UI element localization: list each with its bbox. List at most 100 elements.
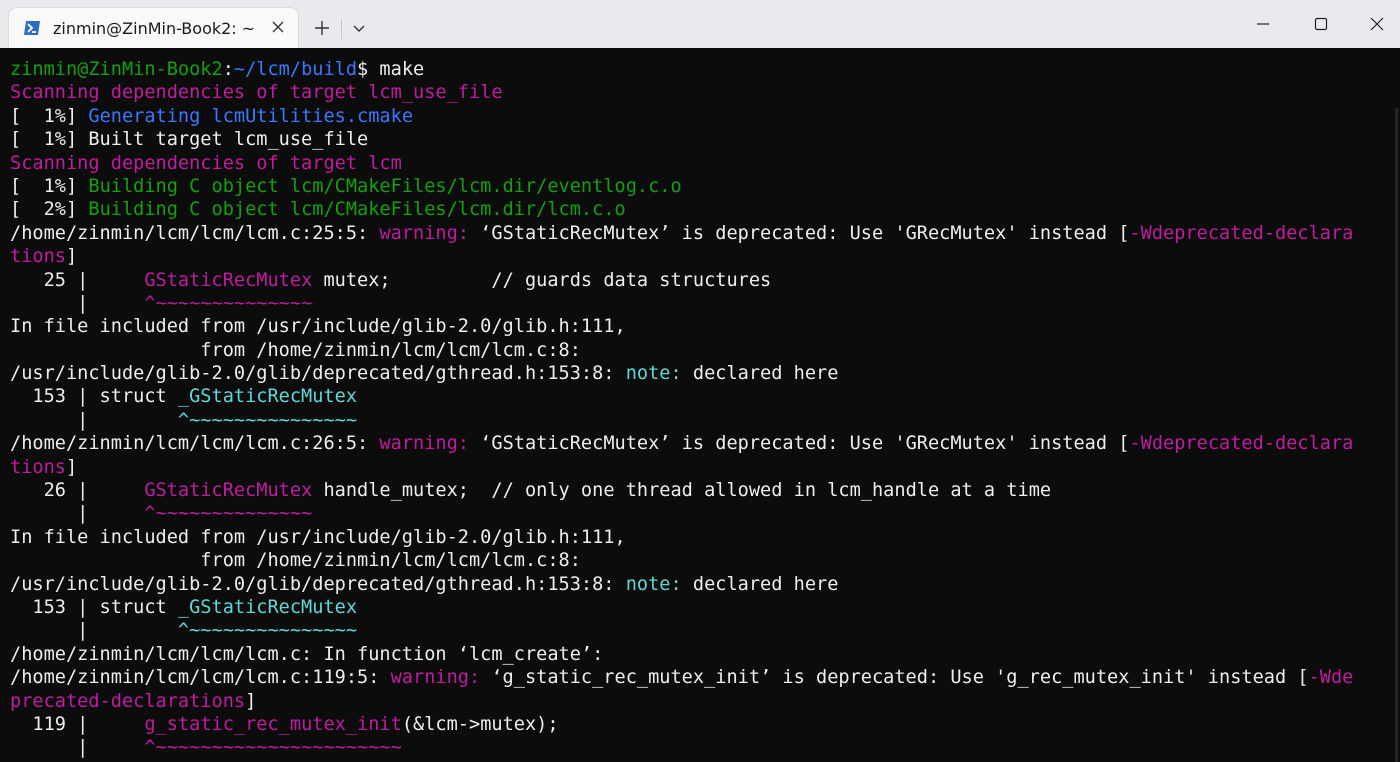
terminal-text-segment: /usr/include/glib-2.0/glib/deprecated/gt…	[10, 363, 626, 385]
terminal-text-segment: warning:	[379, 222, 469, 244]
terminal-text-segment: warning:	[379, 433, 469, 455]
terminal-text-segment: 153 | struct	[10, 386, 178, 408]
terminal-text-segment: |	[10, 409, 178, 431]
terminal-line: /home/zinmin/lcm/lcm/lcm.c: In function …	[10, 643, 1353, 666]
terminal-line: /home/zinmin/lcm/lcm/lcm.c:25:5: warning…	[10, 222, 1353, 245]
terminal-text-segment: -Wdeprecated-declara	[1129, 433, 1354, 455]
terminal-line: 119 | g_static_rec_mutex_init(&lcm->mute…	[10, 713, 1353, 736]
terminal-line: zinmin@ZinMin-Book2:~/lcm/build$ make	[10, 58, 1353, 81]
terminal-line: [ 1%] Building C object lcm/CMakeFiles/l…	[10, 175, 1353, 198]
terminal-text-segment: ^~~~~~~~~~~~~~~	[144, 292, 313, 314]
terminal-text-segment: ]	[65, 456, 78, 478]
chevron-down-icon[interactable]	[347, 14, 371, 42]
terminal-text-segment: 119 |	[10, 713, 145, 735]
terminal-text-segment: [ 1%] Built target lcm_use_file	[10, 129, 369, 151]
terminal-text-segment: /home/zinmin/lcm/lcm/lcm.c: In function …	[10, 643, 604, 665]
plus-icon[interactable]	[308, 14, 336, 42]
terminal-line: | ^~~~~~~~~~~~~~~	[10, 292, 1353, 315]
title-bar: zinmin@ZinMin-Book2: ~	[0, 0, 1400, 48]
terminal-text-segment: from /home/zinmin/lcm/lcm/lcm.c:8:	[10, 550, 581, 572]
terminal-text-segment: (&lcm->mutex);	[401, 713, 559, 735]
terminal-lines: zinmin@ZinMin-Book2:~/lcm/build$ make Sca…	[10, 58, 1353, 760]
terminal-text-segment: 25 |	[10, 269, 145, 291]
terminal-text-segment: [ 2%]	[10, 199, 89, 221]
terminal-text-segment: [ 1%]	[10, 105, 89, 127]
terminal-text-segment: |	[10, 620, 178, 642]
terminal-tab[interactable]: zinmin@ZinMin-Book2: ~	[9, 8, 298, 48]
terminal-line: 153 | struct _GStaticRecMutex	[10, 385, 1353, 408]
terminal-line: /usr/include/glib-2.0/glib/deprecated/gt…	[10, 573, 1353, 596]
terminal-text-segment: ^~~~~~~~~~~~~~~~	[177, 409, 358, 431]
terminal-line: tions]	[10, 245, 1353, 268]
terminal-text-segment: ~/lcm/build	[233, 59, 358, 80]
terminal-line: In file included from /usr/include/glib-…	[10, 315, 1353, 338]
terminal-line: Scanning dependencies of target lcm	[10, 152, 1353, 175]
minimize-icon[interactable]	[1240, 0, 1286, 48]
terminal-text-segment: handle_mutex; // only one thread allowed…	[312, 480, 1052, 502]
terminal-line: from /home/zinmin/lcm/lcm/lcm.c:8:	[10, 549, 1353, 572]
terminal-line: tions]	[10, 456, 1353, 479]
terminal-text-segment: g_static_rec_mutex_init	[144, 713, 402, 735]
terminal-text-segment: from /home/zinmin/lcm/lcm/lcm.c:8:	[10, 339, 581, 361]
terminal-line: [ 1%] Generating lcmUtilities.cmake	[10, 105, 1353, 128]
terminal-line: /home/zinmin/lcm/lcm/lcm.c:119:5: warnin…	[10, 666, 1353, 689]
terminal-line: 25 | GStaticRecMutex mutex; // guards da…	[10, 269, 1353, 292]
terminal-text-segment: zinmin@ZinMin-Book2	[10, 59, 223, 80]
terminal-line: | ^~~~~~~~~~~~~~~~	[10, 619, 1353, 642]
terminal-text-segment: GStaticRecMutex	[144, 269, 313, 291]
terminal-text-segment: ‘g_static_rec_mutex_init’ is deprecated:…	[480, 667, 1309, 689]
terminal-text-segment: |	[10, 292, 145, 314]
terminal-text-segment: Scanning dependencies of target lcm	[10, 152, 402, 174]
terminal-text-segment: declared here	[681, 363, 839, 385]
terminal-line: | ^~~~~~~~~~~~~~~~	[10, 409, 1353, 432]
scrollbar[interactable]	[1395, 108, 1398, 762]
terminal-line: /home/zinmin/lcm/lcm/lcm.c:26:5: warning…	[10, 432, 1353, 455]
terminal-text-segment: GStaticRecMutex	[144, 480, 313, 502]
terminal-text-segment: $ make	[357, 59, 425, 80]
terminal-text-segment: 153 | struct	[10, 596, 178, 618]
terminal-output[interactable]: zinmin@ZinMin-Book2:~/lcm/build$ make Sca…	[0, 48, 1400, 762]
terminal-line: 153 | struct _GStaticRecMutex	[10, 596, 1353, 619]
terminal-text-segment: [ 1%]	[10, 175, 89, 197]
terminal-text-segment: /usr/include/glib-2.0/glib/deprecated/gt…	[10, 573, 626, 595]
terminal-text-segment: Generating lcmUtilities.cmake	[88, 105, 414, 127]
terminal-text-segment: note:	[625, 573, 682, 595]
terminal-text-segment: ‘GStaticRecMutex’ is deprecated: Use 'GR…	[468, 433, 1130, 455]
powershell-icon	[24, 21, 40, 35]
terminal-text-segment: note:	[625, 363, 682, 385]
close-tab-icon[interactable]	[268, 17, 288, 37]
terminal-text-segment: Building C object lcm/CMakeFiles/lcm.dir…	[88, 175, 682, 197]
terminal-line: | ^~~~~~~~~~~~~~~	[10, 502, 1353, 525]
terminal-line: Scanning dependencies of target lcm_use_…	[10, 81, 1353, 104]
terminal-text-segment: /home/zinmin/lcm/lcm/lcm.c:26:5:	[10, 433, 380, 455]
terminal-text-segment: /home/zinmin/lcm/lcm/lcm.c:25:5:	[10, 222, 380, 244]
terminal-line: | ^~~~~~~~~~~~~~~~~~~~~~~	[10, 736, 1353, 759]
terminal-line: In file included from /usr/include/glib-…	[10, 526, 1353, 549]
terminal-text-segment: mutex; // guards data structures	[312, 269, 772, 291]
terminal-line: from /home/zinmin/lcm/lcm/lcm.c:8:	[10, 339, 1353, 362]
terminal-text-segment: :	[222, 59, 234, 80]
terminal-text-segment: 26 |	[10, 480, 145, 502]
terminal-text-segment: _GStaticRecMutex	[177, 386, 358, 408]
terminal-text-segment: /home/zinmin/lcm/lcm/lcm.c:119:5:	[10, 667, 391, 689]
terminal-text-segment: precated-declarations	[10, 690, 246, 712]
close-window-icon[interactable]	[1354, 0, 1400, 48]
terminal-line: [ 2%] Building C object lcm/CMakeFiles/l…	[10, 198, 1353, 221]
terminal-text-segment: -Wde	[1308, 667, 1354, 689]
terminal-text-segment: |	[10, 503, 145, 525]
terminal-text-segment: ^~~~~~~~~~~~~~~	[144, 503, 313, 525]
maximize-icon[interactable]	[1298, 0, 1344, 48]
terminal-text-segment: ‘GStaticRecMutex’ is deprecated: Use 'GR…	[468, 222, 1130, 244]
terminal-line: /usr/include/glib-2.0/glib/deprecated/gt…	[10, 362, 1353, 385]
terminal-text-segment: ]	[245, 690, 257, 712]
tab-title: zinmin@ZinMin-Book2: ~	[53, 19, 256, 38]
terminal-text-segment: ^~~~~~~~~~~~~~~~~~~~~~~	[144, 737, 402, 759]
tab-separator	[341, 19, 342, 39]
terminal-text-segment: ]	[65, 246, 78, 268]
terminal-text-segment: |	[10, 737, 145, 759]
terminal-line: [ 1%] Built target lcm_use_file	[10, 128, 1353, 151]
terminal-text-segment: tions	[10, 456, 66, 478]
terminal-line: precated-declarations]	[10, 690, 1353, 713]
terminal-text-segment: In file included from /usr/include/glib-…	[10, 526, 626, 548]
terminal-text-segment: -Wdeprecated-declara	[1129, 222, 1354, 244]
